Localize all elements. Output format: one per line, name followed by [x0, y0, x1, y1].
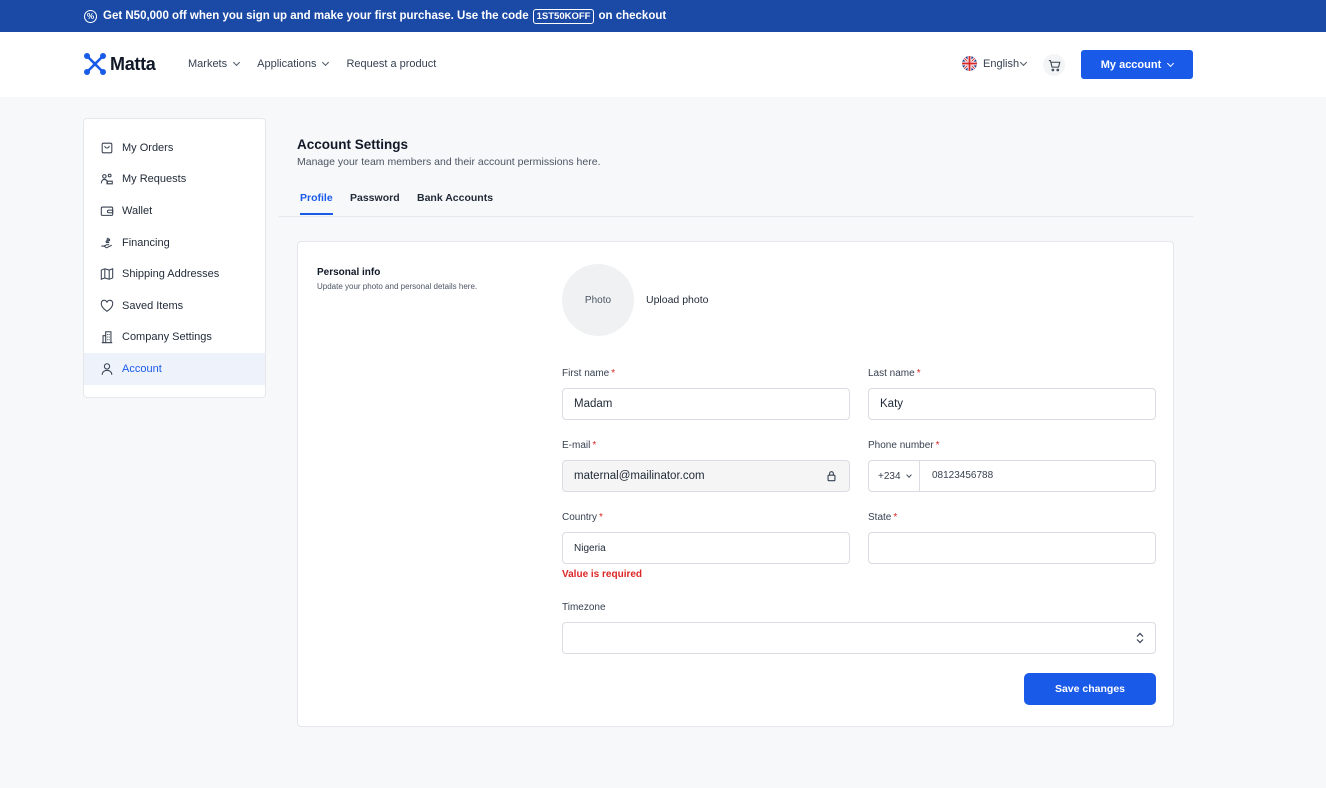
tab-profile[interactable]: Profile	[300, 192, 333, 215]
last-name-value: Katy	[880, 398, 904, 410]
matta-logo-icon	[84, 53, 106, 75]
language-selector[interactable]: English	[962, 56, 1028, 71]
personal-info-subtitle: Update your photo and personal details h…	[317, 282, 478, 291]
user-icon	[101, 363, 113, 375]
phone-label: Phone number *	[868, 440, 940, 451]
sidebar-item-label: Shipping Addresses	[122, 268, 220, 281]
building-icon	[101, 331, 113, 344]
phone-number-input[interactable]: 08123456788	[932, 470, 993, 481]
email-value: maternal@mailinator.com	[574, 470, 705, 482]
last-name-field[interactable]: Katy	[868, 388, 1156, 420]
sidebar-item-label: Company Settings	[122, 331, 212, 344]
promo-code: 1ST50KOFF	[532, 8, 595, 24]
sidebar-item-company-settings[interactable]: Company Settings	[84, 322, 265, 354]
avatar-placeholder: Photo	[584, 294, 612, 306]
cart-icon	[1048, 59, 1060, 71]
my-account-label: My account	[1100, 58, 1162, 71]
first-name-value: Madam	[574, 398, 613, 410]
main-content: Account Settings Manage your team member…	[279, 118, 1193, 738]
nav-markets[interactable]: Markets	[188, 58, 241, 70]
timezone-select[interactable]	[562, 622, 1156, 654]
logo[interactable]: Matta	[83, 52, 156, 76]
nav-request-product[interactable]: Request a product	[346, 58, 436, 70]
upload-photo-link[interactable]: Upload photo	[646, 294, 708, 306]
nav-markets-label: Markets	[188, 58, 228, 70]
financing-icon	[101, 237, 113, 248]
email-label: E-mail *	[562, 440, 597, 451]
nav-applications-label: Applications	[257, 58, 317, 70]
sidebar-item-label: Account	[122, 362, 162, 375]
lock-icon	[827, 471, 836, 482]
wallet-icon	[100, 206, 114, 216]
profile-card: Personal info Update your photo and pers…	[297, 241, 1174, 727]
promo-banner: % Get N50,000 off when you sign up and m…	[0, 0, 1326, 32]
brand-name: Matta	[110, 53, 156, 74]
first-name-label: First name *	[562, 368, 616, 379]
shopping-bag-icon	[101, 142, 113, 154]
state-label: State *	[868, 512, 898, 523]
select-arrows-icon	[1136, 632, 1144, 644]
chevron-down-icon	[233, 58, 241, 67]
page-subtitle: Manage your team members and their accou…	[297, 156, 601, 168]
chevron-down-icon	[905, 471, 912, 478]
my-account-button[interactable]: My account	[1081, 50, 1193, 79]
requests-icon	[100, 173, 113, 185]
cart-button[interactable]	[1043, 54, 1065, 76]
country-label: Country *	[562, 512, 603, 523]
sidebar-item-label: Saved Items	[122, 299, 184, 312]
sidebar-item-label: My Requests	[122, 173, 187, 186]
phone-country-code: +234	[878, 470, 901, 482]
state-field[interactable]	[868, 532, 1156, 564]
sidebar-item-my-orders[interactable]: My Orders	[84, 132, 265, 164]
sidebar-item-label: My Orders	[122, 141, 174, 154]
email-field[interactable]: maternal@mailinator.com	[562, 460, 850, 492]
main-nav: Markets Applications Request a product	[188, 58, 436, 70]
sidebar-item-my-requests[interactable]: My Requests	[84, 164, 265, 196]
phone-country-code-select[interactable]: +234	[869, 461, 920, 491]
country-value: Nigeria	[574, 542, 606, 554]
promo-text-after: on checkout	[598, 10, 667, 22]
personal-info-title: Personal info	[317, 267, 381, 278]
map-icon	[100, 268, 114, 281]
sidebar-item-shipping-addresses[interactable]: Shipping Addresses	[84, 258, 265, 290]
chevron-down-icon	[322, 58, 330, 67]
sidebar-item-label: Wallet	[122, 204, 153, 217]
promo-text: Get N50,000 off when you sign up and mak…	[103, 10, 529, 22]
phone-field: +234 08123456788	[868, 460, 1156, 492]
chevron-down-icon	[1167, 59, 1175, 67]
header: Matta Markets Applications Request a pro…	[0, 32, 1326, 97]
language-label: English	[983, 57, 1020, 70]
uk-flag-icon	[962, 56, 977, 71]
sidebar-item-financing[interactable]: Financing	[84, 227, 265, 259]
tab-password[interactable]: Password	[350, 192, 400, 213]
save-changes-button[interactable]: Save changes	[1024, 673, 1156, 705]
sidebar-item-label: Financing	[122, 236, 170, 249]
page-title: Account Settings	[297, 137, 409, 152]
chevron-down-icon	[1020, 58, 1028, 66]
avatar[interactable]: Photo	[562, 264, 634, 336]
sidebar-item-saved-items[interactable]: Saved Items	[84, 290, 265, 322]
first-name-field[interactable]: Madam	[562, 388, 850, 420]
country-field[interactable]: Nigeria	[562, 532, 850, 564]
sidebar-item-account[interactable]: Account	[84, 353, 265, 385]
sidebar-item-wallet[interactable]: Wallet	[84, 195, 265, 227]
nav-request-product-label: Request a product	[346, 58, 437, 70]
sidebar: My Orders My Requests Wallet Financing S…	[83, 118, 266, 398]
country-error: Value is required	[562, 569, 643, 580]
timezone-label: Timezone	[562, 602, 606, 613]
discount-icon: %	[84, 9, 97, 23]
tab-bank-accounts[interactable]: Bank Accounts	[417, 192, 493, 213]
heart-icon	[100, 299, 114, 312]
nav-applications[interactable]: Applications	[257, 58, 330, 70]
last-name-label: Last name *	[868, 368, 921, 379]
settings-tabs: Profile Password Bank Accounts	[279, 186, 1193, 217]
